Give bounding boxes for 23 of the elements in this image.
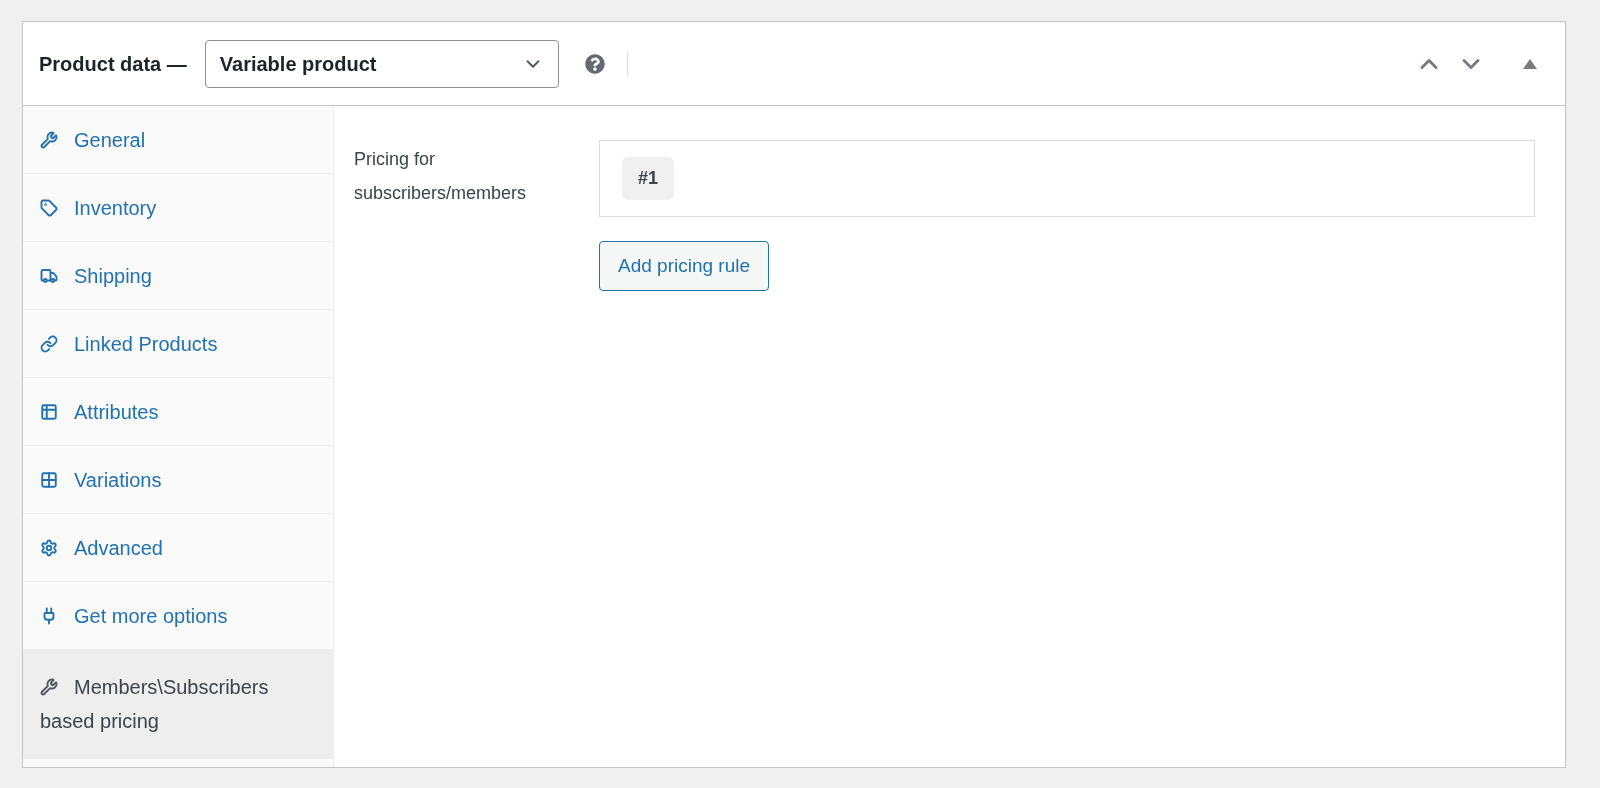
product-data-tab[interactable]: Shipping (23, 242, 333, 310)
field-label: Pricing for subscribers/members (354, 148, 528, 205)
add-pricing-rule-button[interactable]: Add pricing rule (599, 241, 770, 291)
truck-icon (40, 266, 58, 285)
grid-icon (40, 470, 58, 489)
product-data-tab[interactable]: Members\Subscribers based pricing (23, 650, 333, 759)
panel-title: Product data — (39, 51, 187, 77)
help-icon[interactable] (584, 53, 605, 74)
wrench-icon (40, 678, 58, 696)
product-data-tab[interactable]: Variations (23, 446, 333, 514)
product-type-select[interactable]: Variable product (204, 39, 559, 88)
table-icon (40, 402, 58, 421)
wrench-icon (40, 130, 58, 149)
product-data-tab[interactable]: General (23, 106, 333, 174)
settings-icon (40, 538, 58, 557)
product-data-tab[interactable]: Linked Products (23, 310, 333, 378)
product-data-tab[interactable]: Inventory (23, 174, 333, 242)
link-icon (40, 334, 58, 353)
product-data-tab[interactable]: Advanced (23, 514, 333, 582)
collapse-icon[interactable] (1523, 58, 1537, 69)
product-data-tab[interactable]: Attributes (23, 378, 333, 446)
tag-icon (40, 198, 58, 217)
rule-number-tag[interactable]: #1 (622, 157, 675, 200)
